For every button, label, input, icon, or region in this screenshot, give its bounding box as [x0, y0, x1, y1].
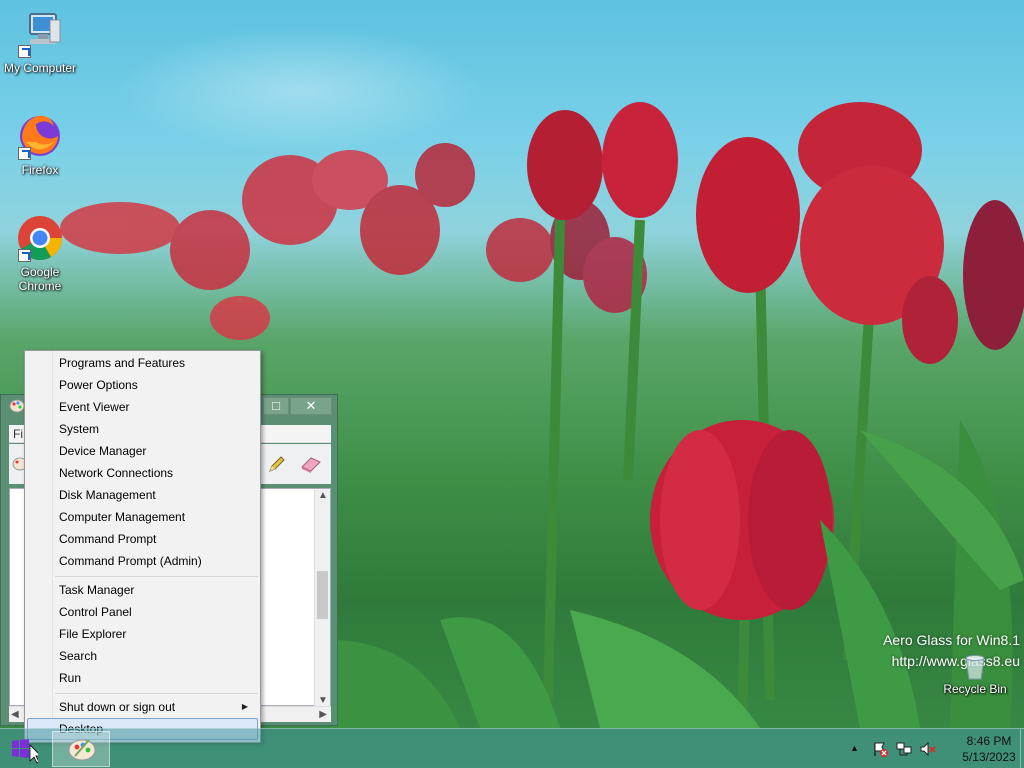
menu-separator — [55, 576, 258, 577]
menu-item-network-connections[interactable]: Network Connections — [27, 462, 258, 484]
notification-area: ▲ — [848, 729, 958, 768]
menu-item-system[interactable]: System — [27, 418, 258, 440]
vertical-scrollbar[interactable]: ▲ ▼ — [314, 489, 330, 707]
scroll-thumb[interactable] — [317, 571, 328, 619]
recycle-bin-icon — [960, 652, 990, 680]
scroll-up-arrow-icon[interactable]: ▲ — [318, 490, 328, 501]
menu-item-event-viewer[interactable]: Event Viewer — [27, 396, 258, 418]
show-hidden-icons-icon[interactable]: ▲ — [850, 743, 866, 759]
action-center-flag-icon[interactable] — [872, 741, 888, 757]
scroll-left-arrow-icon[interactable]: ◀ — [11, 709, 19, 720]
paint-app-icon — [9, 399, 25, 413]
firefox-icon — [16, 112, 64, 160]
desktop-icon-label: Firefox — [21, 163, 59, 177]
desktop-icon-google-chrome[interactable]: Google Chrome — [0, 214, 80, 293]
volume-muted-icon[interactable] — [920, 741, 936, 757]
paint-taskbar-icon — [68, 739, 96, 761]
menu-separator — [55, 693, 258, 694]
desktop-icon-label: My Computer — [3, 61, 77, 75]
show-desktop-button[interactable] — [1020, 729, 1024, 768]
watermark-line-1: Aero Glass for Win8.1 — [883, 632, 1020, 648]
menu-item-disk-management[interactable]: Disk Management — [27, 484, 258, 506]
start-icon — [12, 739, 42, 764]
menu-item-command-prompt[interactable]: Command Prompt — [27, 528, 258, 550]
menu-item-programs-and-features[interactable]: Programs and Features — [27, 352, 258, 374]
menu-item-command-prompt-admin[interactable]: Command Prompt (Admin) — [27, 550, 258, 572]
computer-icon — [16, 10, 64, 58]
desktop-icon-recycle-bin[interactable]: Recycle Bin — [935, 652, 1015, 696]
desktop-icon-firefox[interactable]: Firefox — [0, 112, 80, 177]
chrome-icon — [16, 214, 64, 262]
close-button[interactable]: ✕ — [290, 397, 332, 415]
menu-item-computer-management[interactable]: Computer Management — [27, 506, 258, 528]
maximize-button[interactable]: □ — [263, 397, 289, 415]
eraser-icon[interactable] — [299, 454, 323, 474]
taskbar-clock[interactable]: 8:46 PM 5/13/2023 — [956, 733, 1022, 765]
submenu-arrow-icon: ▶ — [241, 702, 248, 711]
network-icon[interactable] — [896, 741, 912, 757]
scroll-right-arrow-icon[interactable]: ▶ — [319, 709, 327, 720]
menu-item-label: Shut down or sign out — [59, 700, 176, 714]
pencil-icon[interactable] — [267, 454, 287, 474]
menu-item-search[interactable]: Search — [27, 645, 258, 667]
clock-time: 8:46 PM — [966, 734, 1012, 748]
menu-item-task-manager[interactable]: Task Manager — [27, 579, 258, 601]
menu-item-shut-down-or-sign-out[interactable]: Shut down or sign out ▶ — [27, 696, 258, 718]
taskbar: ▲ 8:46 PM 5/13/2023 — [0, 728, 1024, 768]
power-user-menu: Programs and Features Power Options Even… — [24, 350, 261, 743]
menu-item-power-options[interactable]: Power Options — [27, 374, 258, 396]
menu-item-device-manager[interactable]: Device Manager — [27, 440, 258, 462]
menu-item-file-explorer[interactable]: File Explorer — [27, 623, 258, 645]
taskbar-button-paint[interactable] — [52, 731, 110, 767]
scroll-down-arrow-icon[interactable]: ▼ — [318, 695, 328, 706]
desktop-icon-label: Recycle Bin — [943, 682, 1007, 696]
start-button[interactable] — [2, 733, 42, 767]
menu-item-control-panel[interactable]: Control Panel — [27, 601, 258, 623]
clock-date: 5/13/2023 — [962, 750, 1016, 764]
desktop-icon-my-computer[interactable]: My Computer — [0, 10, 80, 75]
desktop-icon-label: Google Chrome — [18, 265, 62, 293]
menu-item-run[interactable]: Run — [27, 667, 258, 689]
